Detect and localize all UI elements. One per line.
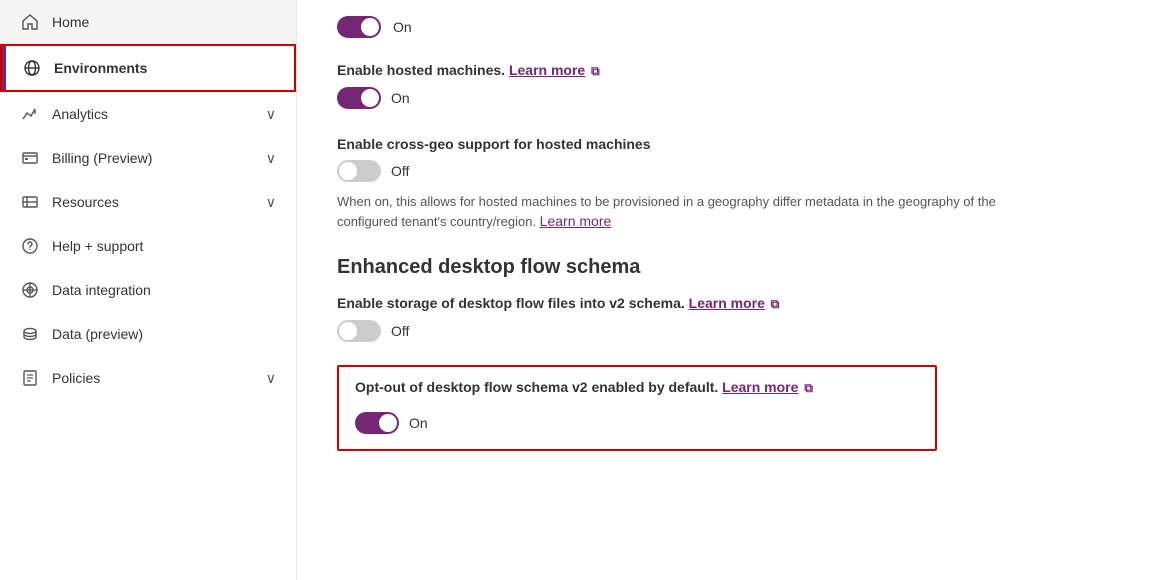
hosted-machines-title: Enable hosted machines. Learn more ⧉ <box>337 62 1118 79</box>
sidebar-item-environments[interactable]: Environments <box>0 44 296 92</box>
sidebar-item-help-label: Help + support <box>52 238 276 254</box>
sidebar-item-analytics-label: Analytics <box>52 106 254 122</box>
sidebar-item-resources-label: Resources <box>52 194 254 210</box>
storage-toggle-container: Off <box>337 320 409 342</box>
sidebar: Home Environments Analytics ∨ <box>0 0 297 580</box>
top-toggle-section: On <box>337 16 1118 38</box>
sidebar-item-resources[interactable]: Resources ∨ <box>0 180 296 224</box>
sidebar-item-billing[interactable]: Billing (Preview) ∨ <box>0 136 296 180</box>
sidebar-item-data-preview[interactable]: Data (preview) <box>0 312 296 356</box>
sidebar-item-analytics[interactable]: Analytics ∨ <box>0 92 296 136</box>
cross-geo-toggle[interactable] <box>337 160 381 182</box>
hosted-machines-learn-more[interactable]: Learn more <box>509 62 585 78</box>
storage-toggle[interactable] <box>337 320 381 342</box>
sidebar-item-data-preview-label: Data (preview) <box>52 326 276 342</box>
globe-icon <box>22 58 42 78</box>
top-toggle-container: On <box>337 16 1118 38</box>
sidebar-item-home-label: Home <box>52 14 276 30</box>
sidebar-item-data-integration-label: Data integration <box>52 282 276 298</box>
opt-out-external-icon: ⧉ <box>804 381 813 395</box>
analytics-chevron-icon: ∨ <box>266 106 276 123</box>
cross-geo-section: Enable cross-geo support for hosted mach… <box>337 136 1118 233</box>
opt-out-toggle-slider[interactable] <box>355 412 399 434</box>
cross-geo-description: When on, this allows for hosted machines… <box>337 192 1037 233</box>
hosted-machines-section: Enable hosted machines. Learn more ⧉ On <box>337 62 1118 112</box>
storage-external-icon: ⧉ <box>771 297 780 311</box>
cross-geo-toggle-container: Off <box>337 160 409 182</box>
opt-out-highlighted-box: Opt-out of desktop flow schema v2 enable… <box>337 365 937 451</box>
opt-out-toggle-label: On <box>409 415 428 431</box>
enhanced-schema-section: Enhanced desktop flow schema Enable stor… <box>337 256 1118 451</box>
hosted-machines-external-icon: ⧉ <box>591 64 600 78</box>
main-content: On Enable hosted machines. Learn more ⧉ … <box>297 0 1158 580</box>
opt-out-setting-title: Opt-out of desktop flow schema v2 enable… <box>355 379 919 396</box>
opt-out-toggle-container: On <box>355 412 428 434</box>
hosted-machines-toggle-slider[interactable] <box>337 87 381 109</box>
policies-chevron-icon: ∨ <box>266 370 276 387</box>
sidebar-item-data-integration[interactable]: Data integration <box>0 268 296 312</box>
storage-toggle-label: Off <box>391 323 409 339</box>
sidebar-item-policies-label: Policies <box>52 370 254 386</box>
sidebar-item-environments-label: Environments <box>54 60 274 76</box>
sidebar-item-help[interactable]: Help + support <box>0 224 296 268</box>
sidebar-item-policies[interactable]: Policies ∨ <box>0 356 296 400</box>
sidebar-item-billing-label: Billing (Preview) <box>52 150 254 166</box>
cross-geo-toggle-slider[interactable] <box>337 160 381 182</box>
hosted-machines-toggle-container: On <box>337 87 410 109</box>
cross-geo-learn-more[interactable]: Learn more <box>540 213 612 229</box>
storage-toggle-slider[interactable] <box>337 320 381 342</box>
hosted-machines-toggle-label: On <box>391 90 410 106</box>
billing-chevron-icon: ∨ <box>266 150 276 167</box>
policies-icon <box>20 368 40 388</box>
resources-icon <box>20 192 40 212</box>
top-toggle[interactable] <box>337 16 381 38</box>
storage-setting-title: Enable storage of desktop flow files int… <box>337 295 1118 312</box>
billing-icon <box>20 148 40 168</box>
opt-out-learn-more[interactable]: Learn more <box>722 379 798 395</box>
cross-geo-title: Enable cross-geo support for hosted mach… <box>337 136 1118 152</box>
analytics-icon <box>20 104 40 124</box>
storage-learn-more[interactable]: Learn more <box>689 295 765 311</box>
data-integration-icon <box>20 280 40 300</box>
cross-geo-toggle-label: Off <box>391 163 409 179</box>
help-icon <box>20 236 40 256</box>
top-toggle-label: On <box>393 19 412 35</box>
enhanced-schema-heading: Enhanced desktop flow schema <box>337 256 1118 279</box>
storage-setting: Enable storage of desktop flow files int… <box>337 295 1118 345</box>
top-toggle-slider[interactable] <box>337 16 381 38</box>
sidebar-item-home[interactable]: Home <box>0 0 296 44</box>
hosted-machines-toggle[interactable] <box>337 87 381 109</box>
data-preview-icon <box>20 324 40 344</box>
home-icon <box>20 12 40 32</box>
opt-out-toggle[interactable] <box>355 412 399 434</box>
resources-chevron-icon: ∨ <box>266 194 276 211</box>
